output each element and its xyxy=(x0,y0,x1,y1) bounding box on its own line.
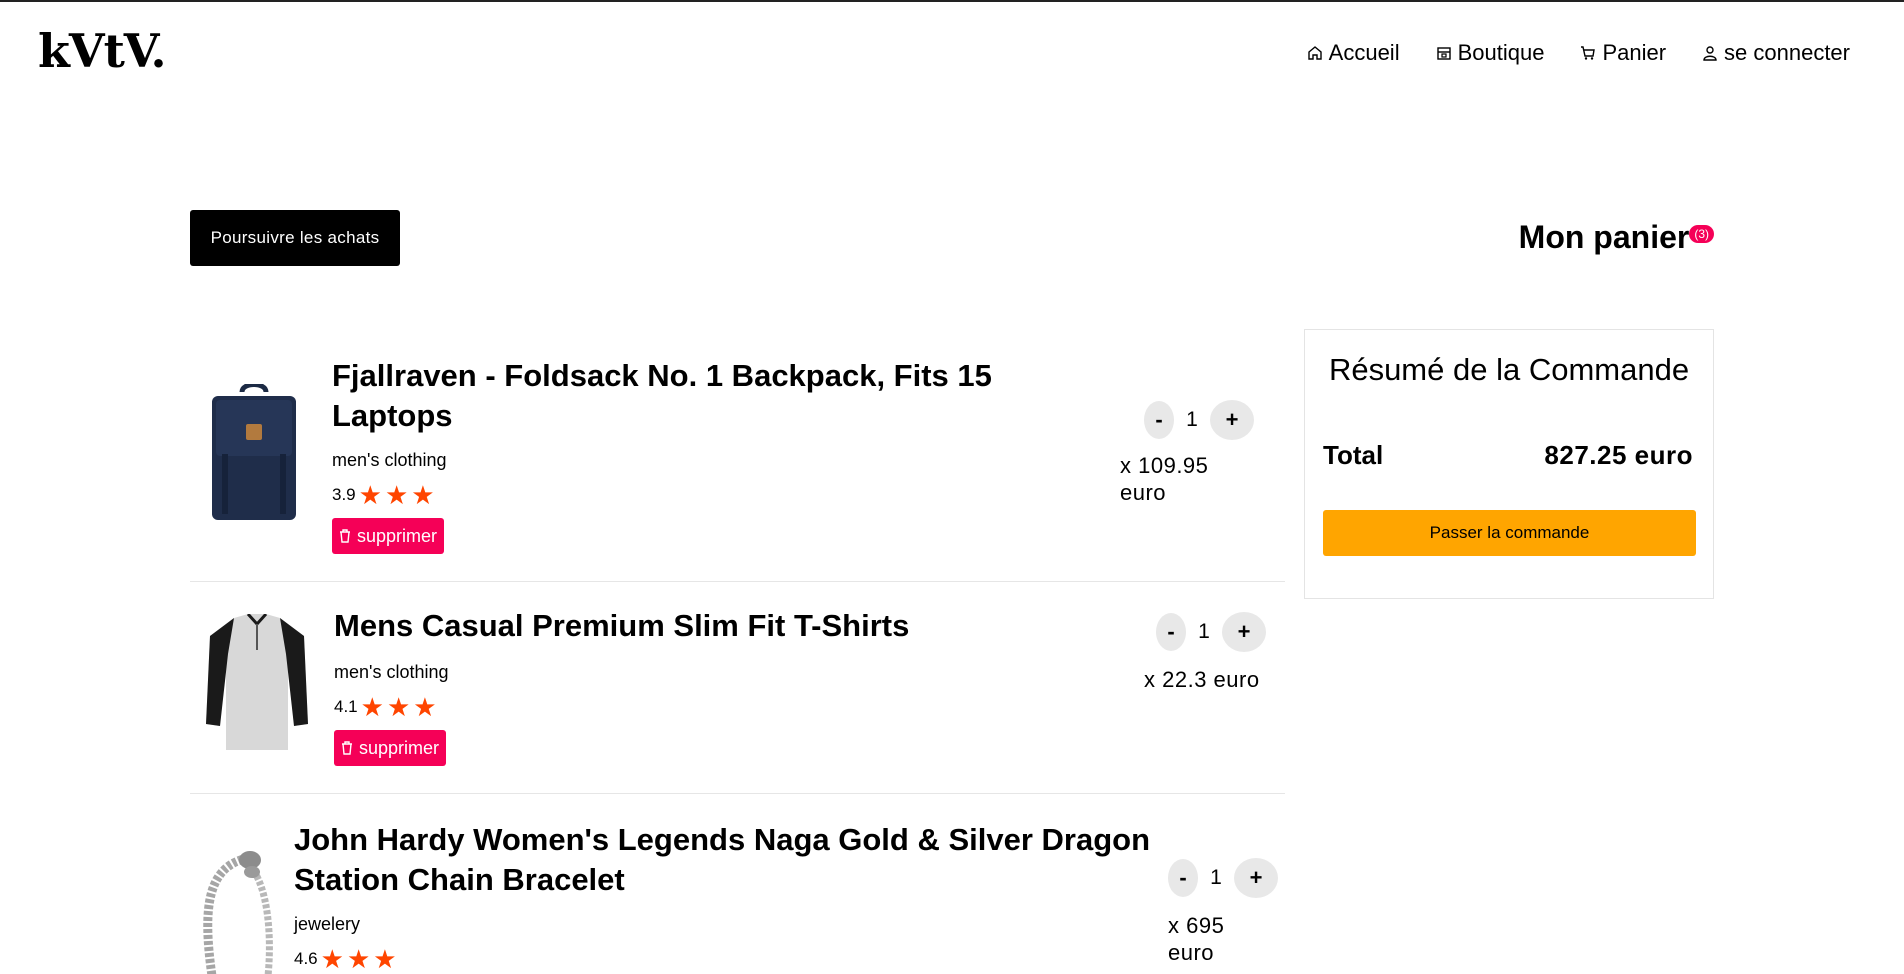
store-icon xyxy=(1436,47,1451,60)
item-price: x 22.3 euro xyxy=(1144,667,1260,692)
cart-title: Mon panier (3) xyxy=(1519,219,1714,256)
product-category: jewelery xyxy=(294,914,361,934)
nav-item-boutique[interactable]: Boutique xyxy=(1436,40,1545,66)
quantity-stepper: - 1 + xyxy=(1156,612,1266,652)
product-image-tshirt[interactable] xyxy=(204,614,310,754)
nav-item-accueil[interactable]: Accueil xyxy=(1307,40,1400,66)
star-icon: ★ xyxy=(411,480,435,510)
quantity-value: 1 xyxy=(1186,408,1198,431)
summary-title: Résumé de la Commande xyxy=(1328,352,1690,387)
decrease-quantity-button[interactable]: - xyxy=(1156,613,1186,651)
star-icon: ★ xyxy=(360,692,384,722)
delete-label: supprimer xyxy=(357,525,438,546)
nav-label-accueil: Accueil xyxy=(1328,40,1400,65)
brand-logo[interactable]: kVtV. xyxy=(38,24,166,78)
star-icon: ★ xyxy=(386,692,411,722)
continue-shopping-button[interactable]: Poursuivre les achats xyxy=(190,210,400,266)
product-rating: 4.1 ★ ★ ★ xyxy=(334,694,437,720)
decrease-quantity-button[interactable]: - xyxy=(1144,401,1174,439)
rating-value: 4.6 xyxy=(294,949,318,968)
star-icon: ★ xyxy=(413,692,437,722)
cart-count-badge: (3) xyxy=(1689,225,1714,243)
order-summary: Résumé de la Commande Total 827.25 euro … xyxy=(1304,329,1714,599)
cart-item: John Hardy Women's Legends Naga Gold & S… xyxy=(190,794,1285,974)
product-category: men's clothing xyxy=(334,662,449,682)
total-value: 827.25 euro xyxy=(1544,440,1693,470)
quantity-value: 1 xyxy=(1198,620,1210,643)
delete-item-button[interactable]: supprimer xyxy=(332,518,445,554)
delete-item-button[interactable]: supprimer xyxy=(334,730,447,766)
product-category: men's clothing xyxy=(332,450,447,470)
quantity-stepper: - 1 + xyxy=(1144,400,1254,440)
home-icon xyxy=(1307,46,1322,60)
cart-item: Fjallraven - Foldsack No. 1 Backpack, Fi… xyxy=(190,332,1285,582)
delete-label: supprimer xyxy=(359,737,440,758)
cart-item: Mens Casual Premium Slim Fit T-Shirts me… xyxy=(190,582,1285,794)
rating-value: 4.1 xyxy=(334,697,358,716)
cart-items-list: Fjallraven - Foldsack No. 1 Backpack, Fi… xyxy=(190,332,1285,974)
cart-title-text: Mon panier xyxy=(1518,219,1690,255)
star-icon: ★ xyxy=(320,944,344,974)
total-label: Total xyxy=(1323,440,1384,470)
star-icon: ★ xyxy=(346,944,371,974)
product-name[interactable]: Fjallraven - Foldsack No. 1 Backpack, Fi… xyxy=(332,356,1052,436)
trash-icon xyxy=(340,529,350,543)
user-icon xyxy=(1703,46,1717,61)
trash-icon xyxy=(342,741,352,755)
item-price: x 109.95 euro xyxy=(1120,453,1209,505)
nav-item-panier[interactable]: Panier xyxy=(1580,40,1666,66)
star-icon: ★ xyxy=(373,944,397,974)
product-image-backpack[interactable] xyxy=(204,384,304,522)
star-icon: ★ xyxy=(384,480,409,510)
rating-value: 3.9 xyxy=(332,485,356,504)
product-image-bracelet[interactable] xyxy=(198,846,278,974)
quantity-value: 1 xyxy=(1210,866,1222,889)
nav-label-boutique: Boutique xyxy=(1457,40,1545,65)
main-nav: Accueil Boutique Panier se connecter xyxy=(1307,40,1850,66)
increase-quantity-button[interactable]: + xyxy=(1222,612,1266,652)
product-name[interactable]: John Hardy Women's Legends Naga Gold & S… xyxy=(294,820,1194,900)
nav-label-panier: Panier xyxy=(1602,40,1667,65)
increase-quantity-button[interactable]: + xyxy=(1210,400,1254,440)
nav-label-login: se connecter xyxy=(1724,40,1850,65)
product-rating: 4.6 ★ ★ ★ xyxy=(294,946,397,972)
increase-quantity-button[interactable]: + xyxy=(1234,858,1278,898)
decrease-quantity-button[interactable]: - xyxy=(1168,859,1198,897)
nav-item-login[interactable]: se connecter xyxy=(1702,40,1850,66)
quantity-stepper: - 1 + xyxy=(1168,858,1278,898)
item-price: x 695 euro xyxy=(1168,913,1225,965)
product-name[interactable]: Mens Casual Premium Slim Fit T-Shirts xyxy=(334,606,1054,646)
checkout-button[interactable]: Passer la commande xyxy=(1323,510,1696,556)
product-rating: 3.9 ★ ★ ★ xyxy=(332,482,435,508)
cart-icon xyxy=(1581,46,1596,60)
star-icon: ★ xyxy=(358,480,382,510)
